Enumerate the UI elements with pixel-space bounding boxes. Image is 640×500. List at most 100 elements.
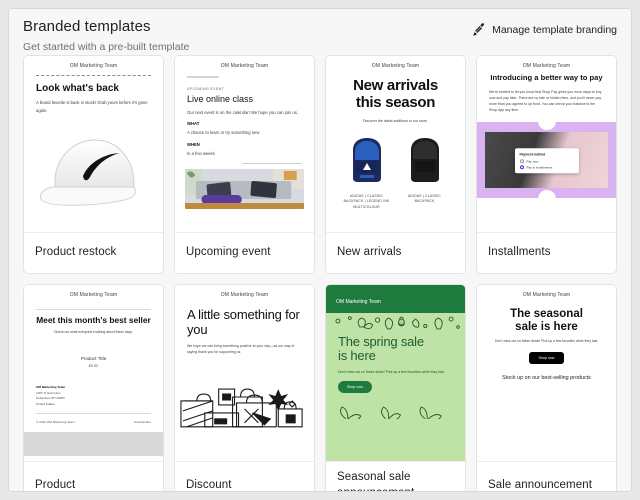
handbag-photo: Payment method Pay now Pay in installmen… <box>485 132 608 188</box>
divider <box>36 309 151 310</box>
preview-body: A brand favorite is back in stock! Grab … <box>36 99 151 114</box>
preview-heading: Meet this month's best seller <box>36 316 151 325</box>
accent-rule <box>187 76 219 78</box>
preview-heading: The seasonal sale is here <box>489 308 604 334</box>
preview-heading-line1: New arrivals <box>338 78 453 95</box>
template-card-sale-announcement[interactable]: OM Marketing Team The seasonal sale is h… <box>476 284 617 492</box>
preview-heading-line2: is here <box>338 349 453 363</box>
template-card-installments[interactable]: OM Marketing Team Introducing a better w… <box>476 55 617 274</box>
payment-method-title: Payment method <box>520 152 574 156</box>
card-footer: Discount <box>175 462 314 492</box>
preview-heading: A little something for you <box>187 308 302 337</box>
brand-name: OM Marketing Team <box>326 56 465 74</box>
product-caption: ADIDAS | CLASSIC BACKPACK | LEGEND INK M… <box>341 194 393 210</box>
card-footer: New arrivals <box>326 233 465 273</box>
brand-name: OM Marketing Team <box>24 56 163 74</box>
product-item: ADIDAS | CLASSIC BACKPACK <box>399 134 451 210</box>
email-footer: © 2022 OM Marketing Team Unsubscribe <box>36 420 151 424</box>
sofa-image <box>185 169 304 209</box>
what-value: A chance to learn or try something new <box>187 129 302 136</box>
template-preview: OM Marketing Team Introducing a better w… <box>477 56 616 233</box>
shop-now-button[interactable]: Shop now <box>338 381 372 393</box>
when-label: WHEN <box>187 142 302 147</box>
payment-option-pay-now[interactable]: Pay now <box>520 159 574 163</box>
preview-body: We're excited to let you know that Shop … <box>489 89 604 114</box>
address-line-4: United States <box>36 402 151 407</box>
what-label: WHAT <box>187 121 302 126</box>
template-name: Upcoming event <box>186 245 271 261</box>
template-preview: OM Marketing Team UPCOMING EVENT Live on… <box>175 56 314 233</box>
template-name: Product restock <box>35 245 116 261</box>
grey-footer-bar <box>24 432 163 456</box>
preview-heading-line1: The spring sale <box>338 335 453 349</box>
preview-heading: New arrivals this season <box>338 78 453 112</box>
template-name: New arrivals <box>337 245 401 261</box>
product-item: ADIDAS | CLASSIC BACKPACK | LEGEND INK M… <box>341 134 393 210</box>
floral-top-decoration <box>326 313 465 335</box>
paint-brush-icon <box>472 22 487 37</box>
card-footer: Upcoming event <box>175 233 314 273</box>
preview-kicker: UPCOMING EVENT <box>187 87 302 91</box>
preview-body: Check out what everyone's talking about … <box>36 330 151 336</box>
copyright-text: © 2022 OM Marketing Team <box>36 420 75 424</box>
when-value: In a few weeks <box>187 150 302 157</box>
preview-heading-line1: The seasonal <box>489 308 604 321</box>
end-rule <box>242 163 302 164</box>
manage-template-branding-button[interactable]: Manage template branding <box>472 22 617 37</box>
product-caption: ADIDAS | CLASSIC BACKPACK <box>399 194 451 205</box>
template-card-product-restock[interactable]: OM Marketing Team Look what's back A bra… <box>23 55 164 274</box>
product-price: $0.00 <box>36 364 151 368</box>
brand-name: OM Marketing Team <box>175 285 314 303</box>
template-grid-row-1: OM Marketing Team Look what's back A bra… <box>9 55 631 274</box>
preview-heading: Look what's back <box>36 83 151 94</box>
panel-header: Branded templates Get started with a pre… <box>9 9 631 55</box>
card-footer: Seasonal sale announcement <box>326 462 465 492</box>
preview-body: Our next event is on the calendar! We ho… <box>187 109 302 116</box>
card-footer: Installments <box>477 233 616 273</box>
template-card-discount[interactable]: OM Marketing Team A little something for… <box>174 284 315 492</box>
preview-body: Don't miss out on these deals! Pick up a… <box>489 339 604 345</box>
brand-name: OM Marketing Team <box>175 56 314 74</box>
template-preview: OM Marketing Team <box>326 285 465 462</box>
dashed-divider <box>36 75 151 76</box>
template-name: Installments <box>488 245 551 261</box>
preview-heading-line2: this season <box>338 95 453 112</box>
payment-method-card: Payment method Pay now Pay in installmen… <box>515 148 579 174</box>
unsubscribe-link[interactable]: Unsubscribe <box>134 420 151 424</box>
brand-name: OM Marketing Team <box>336 299 381 305</box>
template-preview: OM Marketing Team A little something for… <box>175 285 314 462</box>
payment-option-installments[interactable]: Pay in installments <box>520 166 574 170</box>
card-footer: Product restock <box>24 233 163 273</box>
template-preview: OM Marketing Team New arrivals this seas… <box>326 56 465 233</box>
preview-body: Don't miss out on these deals! Pick up a… <box>338 369 453 375</box>
template-name: Discount <box>186 478 232 492</box>
brand-name: OM Marketing Team <box>477 285 616 303</box>
template-card-new-arrivals[interactable]: OM Marketing Team New arrivals this seas… <box>325 55 466 274</box>
card-footer: Product <box>24 462 163 492</box>
template-name: Product <box>35 478 75 492</box>
cap-image <box>24 132 163 214</box>
payment-option-label: Pay in installments <box>527 166 553 170</box>
template-name: Seasonal sale announcement <box>337 470 454 492</box>
payment-option-label: Pay now <box>527 159 539 163</box>
product-list: ADIDAS | CLASSIC BACKPACK | LEGEND INK M… <box>338 134 453 210</box>
divider <box>36 413 151 414</box>
card-footer: Sale announcement <box>477 462 616 492</box>
shopping-bags-illustration <box>175 367 314 429</box>
preview-heading: The spring sale is here <box>338 335 453 364</box>
preview-heading: Live online class <box>187 94 302 104</box>
brand-bar: OM Marketing Team <box>326 285 465 313</box>
template-card-upcoming-event[interactable]: OM Marketing Team UPCOMING EVENT Live on… <box>174 55 315 274</box>
template-preview: OM Marketing Team Meet this month's best… <box>24 285 163 462</box>
template-card-seasonal-sale[interactable]: OM Marketing Team <box>325 284 466 492</box>
floral-bottom-decoration <box>326 397 465 419</box>
brand-name: OM Marketing Team <box>477 56 616 74</box>
template-name: Sale announcement <box>488 478 592 492</box>
brand-name: OM Marketing Team <box>24 285 163 303</box>
template-grid-row-2: OM Marketing Team Meet this month's best… <box>9 284 631 492</box>
shop-now-button[interactable]: Shop now <box>529 352 565 364</box>
template-card-product[interactable]: OM Marketing Team Meet this month's best… <box>23 284 164 492</box>
purple-image-frame: Payment method Pay now Pay in installmen… <box>477 122 616 198</box>
template-preview: OM Marketing Team The seasonal sale is h… <box>477 285 616 462</box>
footer-text: Stock up on our best-selling products <box>489 374 604 382</box>
